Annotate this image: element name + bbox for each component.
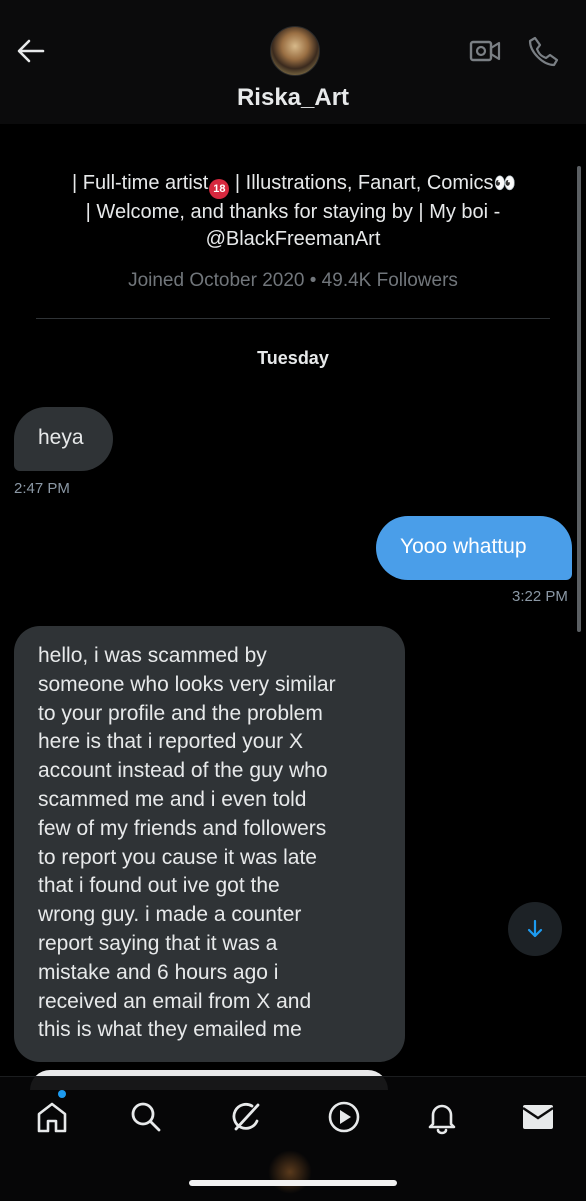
profile-meta: Joined October 2020 • 49.4K Followers: [128, 270, 458, 291]
chat-header: Riska_Art: [0, 0, 586, 124]
age-18-icon: 18: [209, 179, 230, 199]
home-indicator[interactable]: [189, 1180, 397, 1186]
message-line: report saying that it was a: [38, 931, 278, 955]
scroll-to-bottom-button[interactable]: [508, 902, 562, 956]
nav-home[interactable]: [30, 1095, 74, 1139]
message-line: that i found out ive got the: [38, 874, 280, 898]
message-line: to your profile and the problem: [38, 701, 323, 725]
mail-icon: [522, 1105, 554, 1129]
video-call-button[interactable]: [468, 34, 502, 68]
day-separator: Tuesday: [257, 348, 329, 368]
nav-search[interactable]: [124, 1095, 168, 1139]
message-line: account instead of the guy who: [38, 759, 328, 783]
nav-video[interactable]: [322, 1095, 366, 1139]
bio-text: | Full-time artist: [72, 172, 209, 194]
avatar[interactable]: [270, 26, 320, 76]
message-line: received an email from X and: [38, 989, 312, 1013]
nav-grok[interactable]: [224, 1095, 268, 1139]
contact-name[interactable]: Riska_Art: [0, 84, 586, 112]
eyes-emoji-icon: 👀: [493, 173, 516, 193]
message-line: mistake and 6 hours ago i: [38, 960, 279, 984]
play-icon: [328, 1101, 360, 1133]
message-line: this is what they emailed me: [38, 1018, 302, 1042]
message-bubble-incoming[interactable]: heya: [14, 407, 113, 471]
message-bubble-incoming[interactable]: hello, i was scammed by someone who look…: [14, 626, 405, 1062]
search-icon: [131, 1102, 161, 1132]
message-line: scammed me and i even told: [38, 787, 307, 811]
message-timestamp: 3:22 PM: [512, 588, 568, 605]
phone-icon: [528, 36, 559, 67]
bio-line-1: | Full-time artist 18 | Illustrations, Fa…: [30, 170, 556, 199]
home-notification-dot: [58, 1090, 66, 1098]
message-text: heya: [38, 426, 84, 449]
nav-notifications[interactable]: [420, 1095, 464, 1139]
message-line: here is that i reported your X: [38, 730, 303, 754]
back-button[interactable]: [14, 34, 48, 68]
grok-icon: [232, 1102, 260, 1131]
message-line: hello, i was scammed by: [38, 644, 267, 667]
bell-icon: [428, 1104, 456, 1135]
message-line: few of my friends and followers: [38, 816, 327, 840]
phone-call-button[interactable]: [526, 34, 560, 68]
arrow-down-icon: [527, 919, 543, 938]
message-timestamp: 2:47 PM: [14, 480, 70, 497]
home-icon: [37, 1102, 67, 1133]
message-line: to report you cause it was late: [38, 845, 317, 869]
message-text: Yooo whattup: [400, 535, 527, 558]
message-text: hello, i was scammed by someone who look…: [38, 642, 398, 1045]
arrow-left-icon: [17, 39, 45, 63]
bio-text: | Illustrations, Fanart, Comics: [229, 172, 494, 194]
message-line: wrong guy. i made a counter: [38, 903, 302, 927]
bio-line-2: | Welcome, and thanks for staying by | M…: [85, 201, 501, 223]
nav-messages[interactable]: [516, 1095, 560, 1139]
divider: [36, 318, 550, 319]
message-bubble-outgoing[interactable]: Yooo whattup: [376, 516, 572, 580]
bio-link[interactable]: @BlackFreemanArt: [30, 226, 556, 253]
background-blur: [268, 1150, 312, 1194]
message-line: someone who looks very similar: [38, 672, 336, 696]
scrollbar[interactable]: [577, 166, 581, 632]
profile-bio: | Full-time artist 18 | Illustrations, Fa…: [30, 170, 556, 253]
video-camera-icon: [469, 40, 501, 62]
